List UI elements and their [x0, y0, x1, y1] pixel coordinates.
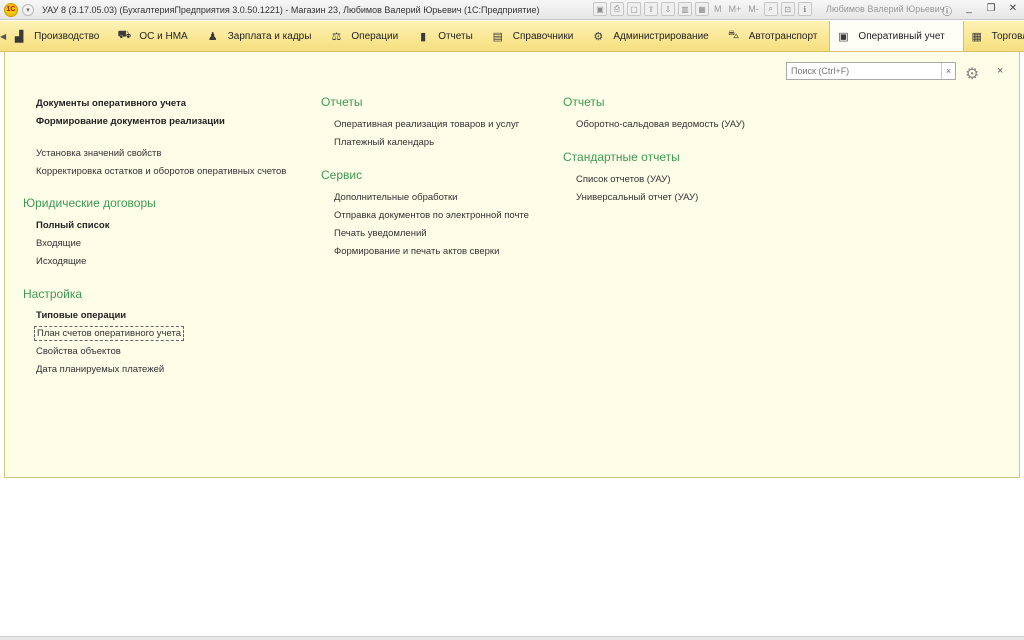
- bottom-divider: [0, 636, 1024, 640]
- search-doc-icon[interactable]: ⌕: [763, 2, 778, 16]
- section-operational-accounting[interactable]: ▣ Оперативный учет: [829, 21, 964, 51]
- bookmark-icon[interactable]: ▥: [678, 2, 692, 16]
- info-icon[interactable]: ℹ: [797, 2, 812, 16]
- memory-plus-button[interactable]: M+: [727, 2, 744, 16]
- link-sales-documents[interactable]: Формирование документов реализации: [36, 116, 225, 127]
- section-fixed-assets[interactable]: ⛟ ОС и НМА: [111, 21, 199, 51]
- gear-icon: ⚙: [593, 30, 604, 43]
- search-input[interactable]: [787, 63, 941, 79]
- link-chart-of-accounts[interactable]: План счетов оперативного учета: [34, 326, 184, 341]
- link-send-documents-email[interactable]: Отправка документов по электронной почте: [334, 210, 529, 221]
- link-operational-documents[interactable]: Документы оперативного учета: [36, 98, 186, 109]
- chart-icon: ▮: [420, 30, 427, 43]
- link-incoming[interactable]: Входящие: [36, 238, 81, 249]
- section-label: Справочники: [512, 30, 574, 42]
- window-controls: ⓘ _ ❐ ✕: [940, 3, 1020, 18]
- link-trial-balance[interactable]: Оборотно-сальдовая ведомость (УАУ): [576, 119, 745, 130]
- section-label: Администрирование: [613, 30, 709, 42]
- link-outgoing[interactable]: Исходящие: [36, 256, 86, 267]
- section-administration[interactable]: ⚙ Администрирование: [585, 21, 720, 51]
- restore-icon[interactable]: ❐: [984, 3, 998, 18]
- truck-icon: ⛟: [117, 29, 132, 41]
- search-field: ×: [786, 62, 956, 80]
- books-icon: ▤: [492, 30, 503, 43]
- section-label: Операции: [351, 30, 399, 42]
- function-panel: × ⚙ × Документы оперативного учета Форми…: [4, 52, 1020, 478]
- search-clear-icon[interactable]: ×: [941, 63, 955, 79]
- title-toolbar: ▣ ⎙ ▢ ⇪ ⇩ ▥ ▦ M M+ M- ⌕ ⊡ ℹ: [593, 2, 812, 16]
- link-universal-report[interactable]: Универсальный отчет (УАУ): [576, 192, 698, 203]
- memory-minus-button[interactable]: M-: [746, 2, 761, 16]
- group-title-service: Сервис: [321, 168, 363, 182]
- monitor-icon: ▣: [838, 30, 849, 43]
- link-payment-calendar[interactable]: Платежный календарь: [334, 137, 434, 148]
- window-title: УАУ 8 (3.17.05.03) (БухгалтерияПредприят…: [42, 4, 540, 15]
- group-title-contracts: Юридические договоры: [23, 196, 156, 210]
- close-window-icon[interactable]: ✕: [1006, 3, 1020, 18]
- current-user[interactable]: Любимов Валерий Юрьевич: [826, 4, 944, 14]
- link-full-list[interactable]: Полный список: [36, 220, 109, 231]
- zoom-icon[interactable]: ⊡: [780, 2, 795, 16]
- link-reconciliation-acts[interactable]: Формирование и печать актов сверки: [334, 246, 499, 257]
- download-icon[interactable]: ⇩: [661, 2, 675, 16]
- section-production[interactable]: ▟ Производство: [6, 21, 111, 51]
- person-icon: ♟: [207, 30, 218, 43]
- main-menu-arrow-icon[interactable]: ▾: [22, 3, 34, 16]
- section-label: Торговля: [991, 30, 1024, 42]
- section-label: Автотранспорт: [748, 30, 818, 42]
- group-title-settings: Настройка: [23, 287, 83, 301]
- sections-panel: ◀ ▟ Производство ⛟ ОС и НМА ♟ Зарплата и…: [0, 21, 1024, 52]
- memory-button[interactable]: M: [712, 2, 724, 16]
- link-print-notifications[interactable]: Печать уведомлений: [334, 228, 427, 239]
- calendar-icon[interactable]: ▦: [695, 2, 709, 16]
- section-operations[interactable]: ⚖ Операции: [323, 21, 410, 51]
- link-report-list[interactable]: Список отчетов (УАУ): [576, 174, 671, 185]
- link-balance-adjustment[interactable]: Корректировка остатков и оборотов операт…: [36, 166, 286, 177]
- section-label: Оперативный учет: [858, 30, 945, 42]
- calculator-icon: ▦: [971, 30, 982, 43]
- link-object-properties[interactable]: Свойства объектов: [36, 346, 121, 357]
- section-trade[interactable]: ▦ Торговля: [964, 21, 1024, 51]
- section-catalogs[interactable]: ▤ Справочники: [485, 21, 586, 51]
- section-label: ОС и НМА: [139, 30, 188, 42]
- section-vehicles[interactable]: ⛍ Автотранспорт: [721, 21, 830, 51]
- title-bar: 1С ▾ УАУ 8 (3.17.05.03) (БухгалтерияПред…: [0, 0, 1024, 20]
- link-planned-payment-date[interactable]: Дата планируемых платежей: [36, 364, 164, 375]
- save-icon[interactable]: ▣: [593, 2, 607, 16]
- group-title-reports-right: Отчеты: [563, 95, 605, 109]
- car-icon: ⛍: [728, 29, 740, 41]
- group-title-standard-reports: Стандартные отчеты: [563, 150, 680, 164]
- close-panel-icon[interactable]: ×: [997, 65, 1003, 77]
- print-icon[interactable]: ⎙: [610, 2, 624, 16]
- link-additional-processing[interactable]: Дополнительные обработки: [334, 192, 457, 203]
- link-standard-operations[interactable]: Типовые операции: [36, 310, 126, 321]
- section-label: Зарплата и кадры: [227, 30, 312, 42]
- link-set-property-values[interactable]: Установка значений свойств: [36, 148, 161, 159]
- upload-icon[interactable]: ⇪: [644, 2, 658, 16]
- operations-icon: ⚖: [331, 30, 342, 43]
- preview-icon[interactable]: ▢: [627, 2, 641, 16]
- link-operational-sales-report[interactable]: Оперативная реализация товаров и услуг: [334, 119, 519, 130]
- help-icon[interactable]: ⓘ: [940, 3, 954, 18]
- section-salary[interactable]: ♟ Зарплата и кадры: [200, 21, 324, 51]
- minimize-icon[interactable]: _: [962, 3, 976, 18]
- section-reports[interactable]: ▮ Отчеты: [410, 21, 485, 51]
- factory-icon: ▟: [14, 30, 24, 43]
- section-label: Отчеты: [438, 30, 473, 42]
- section-label: Производство: [34, 30, 100, 42]
- settings-gear-icon[interactable]: ⚙: [965, 64, 979, 84]
- group-title-reports: Отчеты: [321, 95, 363, 109]
- app-logo-icon[interactable]: 1С: [4, 2, 18, 17]
